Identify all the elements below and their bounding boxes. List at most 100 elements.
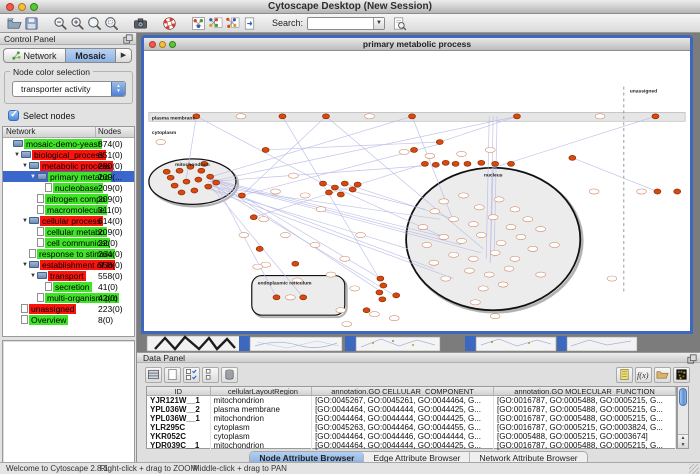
tree-column-network[interactable]: Network (3, 127, 96, 137)
graph-node[interactable] (411, 147, 418, 152)
graph-node[interactable] (409, 114, 416, 119)
tree-row[interactable]: nitrogen compo209(0) (3, 193, 134, 204)
snapshot-button[interactable] (132, 15, 149, 32)
expand-arrow-icon[interactable]: ▼ (29, 273, 37, 279)
tree-row[interactable]: cell communicat22(0) (3, 237, 134, 248)
graph-node[interactable] (377, 276, 384, 281)
tree-row[interactable]: ▼biological_process651(0) (3, 149, 134, 160)
tree-row[interactable]: Overview8(0) (3, 314, 134, 325)
destroy-network-button[interactable] (241, 15, 258, 32)
expand-arrow-icon[interactable]: ▼ (21, 163, 29, 169)
tree-row[interactable]: nucleobase-209(0) (3, 182, 134, 193)
graph-node[interactable] (195, 177, 202, 182)
graph-node[interactable] (300, 295, 307, 300)
graph-node[interactable] (363, 308, 370, 313)
graph-node[interactable] (250, 215, 257, 220)
expand-arrow-icon[interactable]: ▼ (13, 152, 21, 158)
graph-node[interactable] (178, 190, 185, 195)
zoom-selected-button[interactable] (103, 15, 120, 32)
tree-row[interactable]: ▼primary metabo209(... (3, 171, 134, 182)
graph-node[interactable] (464, 161, 471, 166)
graph-node[interactable] (478, 160, 485, 165)
table-row[interactable]: YPL036W__2plasma membrane[GO:0044464, GO… (147, 405, 676, 414)
graph-node[interactable] (163, 169, 170, 174)
tree-row[interactable]: mosaic-demo-yeast874(0) (3, 138, 134, 149)
table-row[interactable]: YLR295Ccytoplasm[GO:0045263, GO:0044464,… (147, 423, 676, 432)
graph-node[interactable] (167, 175, 174, 180)
network-label[interactable]: mosaic-demo-yeast (24, 139, 102, 149)
graph-node[interactable] (292, 261, 299, 266)
formula-builder-button[interactable]: f(x) (635, 367, 652, 383)
network-label[interactable]: transport (48, 271, 86, 281)
attribute-select-button[interactable] (145, 367, 162, 383)
search-input[interactable]: ▼ (307, 17, 385, 30)
select-all-attributes-button[interactable] (183, 367, 200, 383)
network-canvas[interactable]: plasma membranecytoplasmmitochondrionnuc… (144, 51, 690, 331)
graph-node[interactable] (171, 183, 178, 188)
graph-node[interactable] (654, 189, 661, 194)
graph-node[interactable] (262, 147, 269, 152)
zoom-fit-button[interactable] (86, 15, 103, 32)
graph-node[interactable] (191, 188, 198, 193)
graph-node[interactable] (320, 181, 327, 186)
import-attributes-button[interactable] (654, 367, 671, 383)
table-row[interactable]: YKR052Ccytoplasm[GO:0044464, GO:0044446,… (147, 432, 676, 441)
column-header[interactable]: ID (147, 387, 211, 395)
expand-arrow-icon[interactable]: ▼ (21, 262, 29, 268)
graph-node[interactable] (513, 114, 520, 119)
column-header[interactable]: _cellularLayoutRegion (211, 387, 312, 395)
graph-node[interactable] (436, 140, 443, 145)
tree-row[interactable]: multi-organism pro42(0) (3, 292, 134, 303)
graph-node[interactable] (674, 189, 681, 194)
network-label[interactable]: cellular process (40, 216, 103, 226)
graph-node[interactable] (652, 114, 659, 119)
expand-arrow-icon[interactable]: ▼ (29, 174, 37, 180)
graph-node[interactable] (379, 297, 386, 302)
unselect-all-attributes-button[interactable] (202, 367, 219, 383)
table-scrollbar[interactable]: ▲▼ (677, 386, 689, 449)
tree-row[interactable]: ▼metabolic process280(0) (3, 160, 134, 171)
search-dropdown-arrow[interactable]: ▼ (373, 18, 384, 29)
tree-row[interactable]: cellular metabo209(0) (3, 226, 134, 237)
graph-node[interactable] (442, 160, 449, 165)
table-row[interactable]: YJR121W__1mitochondrion[GO:0045267, GO:0… (147, 396, 676, 405)
graph-node[interactable] (273, 295, 280, 300)
graph-node[interactable] (323, 114, 330, 119)
layout-button-2[interactable] (224, 15, 241, 32)
graph-node[interactable] (393, 293, 400, 298)
graph-node[interactable] (349, 187, 356, 192)
graph-node[interactable] (176, 168, 183, 173)
graph-node[interactable] (354, 182, 361, 187)
open-session-button[interactable] (6, 15, 23, 32)
graph-node[interactable] (508, 161, 515, 166)
network-view-window[interactable]: primary metabolic process plasma membran… (141, 35, 693, 334)
graph-node[interactable] (238, 193, 245, 198)
save-session-button[interactable] (23, 15, 40, 32)
node-color-dropdown[interactable]: transporter activity ▲▼ (12, 81, 126, 97)
layout-button-1[interactable] (207, 15, 224, 32)
column-header[interactable]: annotation.GO CELLULAR_COMPONENT (312, 387, 494, 395)
tab-network[interactable]: Network (3, 48, 65, 63)
network-label[interactable]: unassigned (29, 304, 76, 314)
tab-overflow-arrow[interactable]: ▶ (115, 48, 132, 63)
float-panel-icon[interactable] (123, 34, 133, 44)
help-button[interactable] (161, 15, 178, 32)
tab-mosaic[interactable]: Mosaic (65, 48, 115, 63)
network-label[interactable]: biological_process (32, 150, 106, 160)
zoom-out-button[interactable] (52, 15, 69, 32)
graph-node[interactable] (331, 185, 338, 190)
delete-attribute-button[interactable] (221, 367, 238, 383)
float-data-panel-icon[interactable] (687, 354, 697, 364)
network-label[interactable]: nucleobase- (53, 183, 103, 193)
scrollbar-thumb[interactable] (679, 388, 687, 406)
tree-row[interactable]: secretion41(0) (3, 281, 134, 292)
notepad-button[interactable] (616, 367, 633, 383)
graph-node[interactable] (341, 181, 348, 186)
new-attribute-button[interactable] (164, 367, 181, 383)
graph-node[interactable] (325, 190, 332, 195)
graph-node[interactable] (207, 174, 214, 179)
tree-row[interactable]: unassigned223(0) (3, 303, 134, 314)
graph-node[interactable] (198, 168, 205, 173)
graph-node[interactable] (492, 161, 499, 166)
graph-node[interactable] (376, 290, 383, 295)
